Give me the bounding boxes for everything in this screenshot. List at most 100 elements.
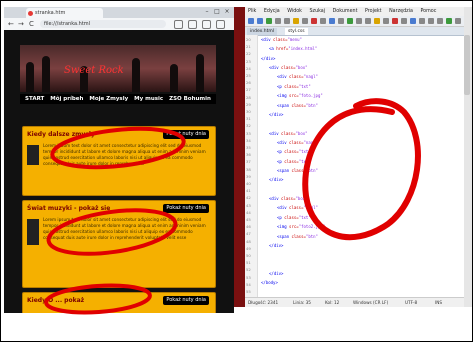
extensions-icon[interactable]: [188, 20, 197, 29]
toolbar-button-icon[interactable]: [419, 18, 425, 24]
toolbar-button-icon[interactable]: [437, 18, 443, 24]
toolbar-button-icon[interactable]: [455, 18, 461, 24]
toolbar-button-icon[interactable]: [374, 18, 380, 24]
site-banner: Sweet Rock: [20, 45, 216, 92]
toolbar-button-icon[interactable]: [365, 18, 371, 24]
line-number: 28: [246, 94, 251, 100]
reload-button[interactable]: C: [29, 20, 34, 28]
code-line: <span class="btn": [277, 102, 318, 108]
browser-window: stranka.htm – □ × ← → C file:///stranka.…: [4, 7, 234, 313]
menu-tools[interactable]: Narzędzia: [389, 9, 413, 14]
toolbar-button-icon[interactable]: [356, 18, 362, 24]
code-line: <p class="txt": [277, 83, 311, 89]
editor-statusbar: Długość: 2341 Linia: 35 Kol: 12 Windows …: [245, 297, 472, 307]
line-number: 44: [246, 209, 251, 215]
box-title: Kiedy O ... pokaż: [27, 297, 85, 304]
toolbar-button-icon[interactable]: [383, 18, 389, 24]
screenshot-frame: stranka.htm – □ × ← → C file:///stranka.…: [0, 0, 473, 342]
toolbar-button-icon[interactable]: [410, 18, 416, 24]
line-number: 35: [246, 145, 251, 150]
back-button[interactable]: ←: [8, 20, 14, 28]
box-photo: [27, 219, 39, 245]
address-bar[interactable]: file:///stranka.html: [40, 20, 166, 28]
toolbar-button-icon[interactable]: [257, 18, 263, 24]
close-button[interactable]: ×: [224, 9, 230, 15]
line-number: 27: [246, 87, 251, 93]
code-line: </body>: [261, 280, 278, 286]
menu-item-music[interactable]: My music: [134, 96, 163, 102]
code-line: <img src="foto2.jpg": [277, 224, 326, 230]
toolbar-button-icon[interactable]: [266, 18, 272, 24]
code-line: </div>: [269, 271, 284, 276]
code-line: <div class="nagl": [277, 139, 318, 145]
toolbar-button-icon[interactable]: [428, 18, 434, 24]
menu-project[interactable]: Projekt: [365, 9, 382, 14]
line-number: 34: [246, 137, 251, 143]
toolbar-button-icon[interactable]: [338, 18, 344, 24]
line-number: 25: [246, 73, 251, 78]
code-line: <a href="index.html": [269, 46, 318, 52]
line-number: 43: [246, 202, 251, 208]
code-line: <span class="btn": [277, 233, 318, 239]
line-number: 52: [246, 267, 251, 273]
status-line: Linia: 35: [293, 300, 311, 305]
menu-file[interactable]: Plik: [248, 9, 256, 14]
line-number: 39: [246, 173, 251, 179]
code-line: <div class="box": [269, 196, 308, 202]
toolbar-button-icon[interactable]: [311, 18, 317, 24]
profile-icon[interactable]: [202, 20, 211, 29]
toolbar-button-icon[interactable]: [329, 18, 335, 24]
box-button[interactable]: Pokaż nuty dnia: [163, 204, 209, 213]
menu-item-senses[interactable]: Moje Zmysly: [89, 96, 128, 102]
line-number: 47: [246, 231, 251, 237]
browser-toolbar: ← → C file:///stranka.html: [4, 18, 234, 30]
menu-edit[interactable]: Edycja: [264, 9, 280, 14]
status-col: Kol: 12: [325, 300, 340, 305]
menu-help[interactable]: Pomoc: [420, 9, 436, 14]
code-area[interactable]: <div class="menu" <a href="index.html" </d…: [259, 35, 472, 297]
editor-toolbar: [245, 16, 472, 27]
banner-title: Sweet Rock: [64, 65, 124, 76]
menu-document[interactable]: Dokument: [333, 9, 358, 14]
code-line: <span class="btn": [277, 168, 318, 174]
code-editor-window: Plik Edycja Widok Szukaj Dokument Projek…: [245, 7, 472, 307]
browser-tab[interactable]: stranka.htm: [26, 8, 103, 18]
box-button[interactable]: Pokaż nuty dnia: [163, 130, 209, 139]
forward-button[interactable]: →: [18, 20, 24, 28]
code-line: <div class="menu": [261, 37, 302, 42]
toolbar-button-icon[interactable]: [293, 18, 299, 24]
maximize-button[interactable]: □: [214, 9, 220, 15]
browser-menu-icon[interactable]: [216, 20, 225, 29]
menu-item-story[interactable]: Môj príbeh: [50, 96, 83, 102]
toolbar-button-icon[interactable]: [401, 18, 407, 24]
editor-scrollbar[interactable]: [464, 35, 470, 95]
menu-view[interactable]: Widok: [287, 9, 302, 14]
toolbar-button-icon[interactable]: [446, 18, 452, 24]
line-number: 22: [246, 51, 251, 57]
code-line: </div>: [269, 177, 284, 183]
line-number: 36: [246, 152, 251, 158]
browser-tab-strip: stranka.htm – □ ×: [4, 7, 234, 18]
toolbar-button-icon[interactable]: [392, 18, 398, 24]
line-number: 38: [246, 166, 251, 172]
editor-menubar: Plik Edycja Widok Szukaj Dokument Projek…: [245, 7, 472, 16]
content-box-3: Kiedy O ... pokaż Pokaż nuty dnia: [22, 292, 216, 313]
line-number: 30: [246, 109, 251, 114]
box-button[interactable]: Pokaż nuty dnia: [163, 296, 209, 305]
toolbar-button-icon[interactable]: [302, 18, 308, 24]
menu-item-start[interactable]: START: [25, 96, 44, 102]
browser-tab-title: stranka.htm: [35, 10, 66, 16]
editor-tab-1[interactable]: index.html: [247, 28, 277, 35]
toolbar-button-icon[interactable]: [248, 18, 254, 24]
menu-item-school[interactable]: ZSO Bohumin: [169, 96, 211, 102]
toolbar-button-icon[interactable]: [347, 18, 353, 24]
line-number: 48: [246, 238, 251, 244]
code-line: </div>: [269, 111, 284, 117]
toolbar-button-icon[interactable]: [284, 18, 290, 24]
bookmark-icon[interactable]: [174, 20, 183, 29]
menu-search[interactable]: Szukaj: [310, 9, 326, 14]
toolbar-button-icon[interactable]: [275, 18, 281, 24]
minimize-button[interactable]: –: [204, 9, 210, 15]
toolbar-button-icon[interactable]: [320, 18, 326, 24]
editor-tab-2[interactable]: styl.css: [285, 28, 308, 35]
